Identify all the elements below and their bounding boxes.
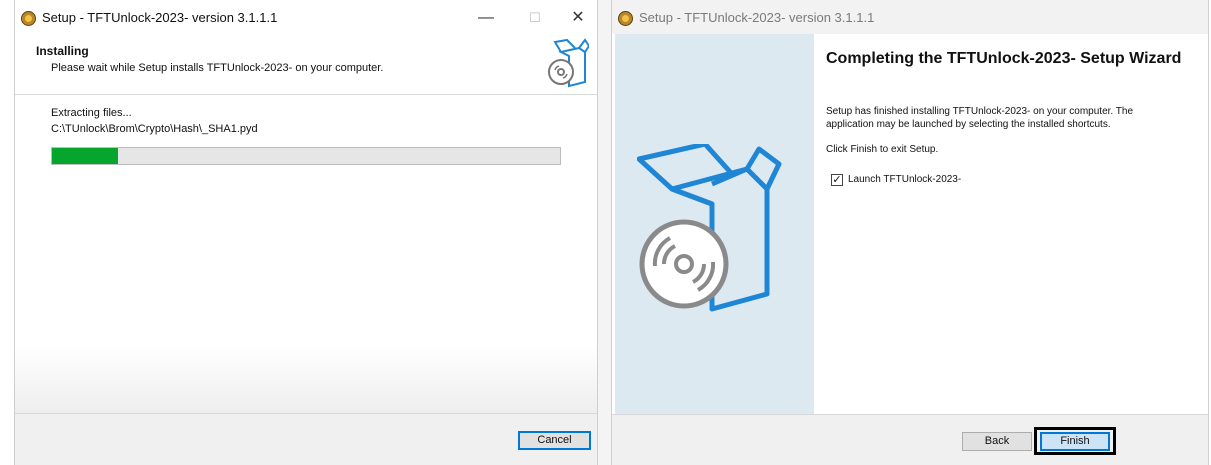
setup-window-finished: Setup - TFTUnlock-2023- version 3.1.1.1 …	[611, 0, 1209, 465]
wizard-content: Extracting files... C:\TUnlock\Brom\Cryp…	[15, 95, 597, 413]
installer-app-icon	[618, 11, 633, 26]
box-cd-icon	[548, 38, 589, 88]
status-label: Extracting files...	[51, 107, 132, 119]
cancel-button[interactable]: Cancel	[518, 431, 591, 450]
launch-checkbox[interactable]: ✓	[831, 174, 843, 186]
minimize-button[interactable]: —	[471, 6, 501, 30]
box-cd-icon	[637, 144, 782, 312]
launch-checkbox-label[interactable]: Launch TFTUnlock-2023-	[848, 174, 961, 185]
wizard-side-panel	[615, 34, 814, 414]
page-subtitle: Please wait while Setup installs TFTUnlo…	[51, 62, 384, 74]
maximize-button: ☐	[529, 10, 541, 25]
page-title: Completing the TFTUnlock-2023- Setup Wiz…	[826, 50, 1182, 67]
finish-message: Setup has finished installing TFTUnlock-…	[826, 106, 1134, 130]
title-bar[interactable]: Setup - TFTUnlock-2023- version 3.1.1.1 …	[15, 0, 597, 36]
desktop-background	[598, 0, 611, 465]
close-button[interactable]: ✕	[563, 6, 593, 30]
installer-app-icon	[21, 11, 36, 26]
setup-window-installing: Setup - TFTUnlock-2023- version 3.1.1.1 …	[14, 0, 598, 465]
finish-instruction: Click Finish to exit Setup.	[826, 144, 939, 155]
window-title: Setup - TFTUnlock-2023- version 3.1.1.1	[42, 10, 278, 25]
wizard-content: Completing the TFTUnlock-2023- Setup Wiz…	[814, 34, 1208, 414]
install-progress-bar	[51, 147, 561, 165]
progress-fill	[52, 148, 119, 164]
back-button[interactable]: Back	[962, 432, 1032, 451]
page-title: Installing	[36, 44, 89, 58]
wizard-footer: Cancel	[15, 413, 597, 465]
current-file-path: C:\TUnlock\Brom\Crypto\Hash\_SHA1.pyd	[51, 123, 258, 135]
title-bar[interactable]: Setup - TFTUnlock-2023- version 3.1.1.1	[612, 0, 1208, 34]
finish-button-highlight	[1034, 427, 1116, 455]
wizard-footer: Back Finish	[612, 414, 1208, 465]
window-title: Setup - TFTUnlock-2023- version 3.1.1.1	[639, 10, 875, 25]
wizard-header: Installing Please wait while Setup insta…	[15, 36, 597, 94]
